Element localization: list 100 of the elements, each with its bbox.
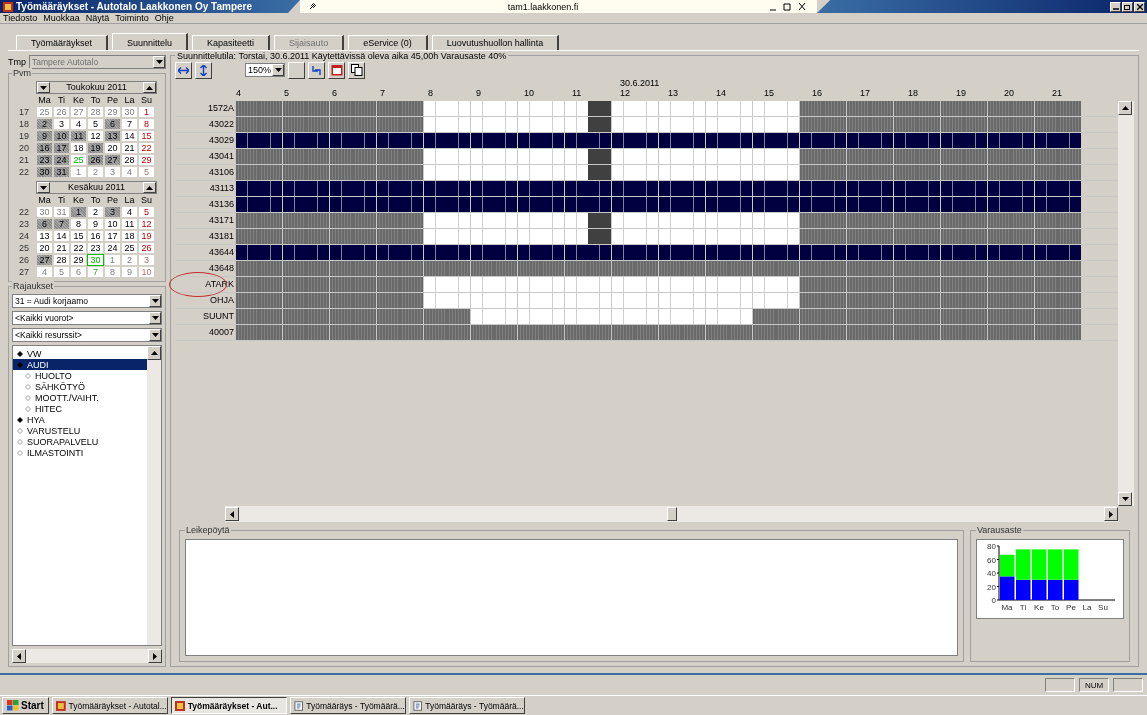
calendar-day[interactable]: 1 [138,106,155,118]
calendar-day[interactable]: 14 [53,230,70,242]
calendar-day[interactable]: 6 [104,118,121,130]
calendar-day[interactable]: 2 [87,206,104,218]
schedule-bar[interactable] [235,277,1081,292]
blank-button[interactable] [288,61,305,79]
calendar-day[interactable]: 5 [138,166,155,178]
calendar-day[interactable]: 16 [87,230,104,242]
calendar-day[interactable]: 15 [138,130,155,142]
taskbar-button[interactable]: Työmääräykset - Aut... [170,697,287,714]
calendar-day[interactable]: 4 [121,206,138,218]
calendar-day[interactable]: 10 [138,266,155,278]
calendar-day[interactable]: 13 [36,230,53,242]
schedule-bar[interactable] [235,245,1081,260]
calendar-day[interactable]: 23 [36,154,53,166]
next-month-button[interactable] [143,82,156,93]
tab[interactable]: Suunnittelu [112,33,189,51]
calendar-day[interactable]: 8 [104,266,121,278]
toolbar-button[interactable] [328,61,345,79]
calendar-day[interactable]: 28 [87,106,104,118]
tab[interactable]: Kapasiteetti [192,35,271,50]
schedule-bar[interactable] [235,229,1081,244]
tree-item[interactable]: HITEC [13,403,147,414]
start-button[interactable]: Start [2,697,49,714]
calendar-day[interactable]: 28 [121,154,138,166]
tree-item[interactable]: VARUSTELU [13,425,147,436]
tree-item[interactable]: ILMASTOINTI [13,447,147,458]
calendar-day[interactable]: 2 [121,254,138,266]
calendar-day[interactable]: 16 [36,142,53,154]
calendar-day[interactable]: 9 [121,266,138,278]
calendar-day[interactable]: 26 [138,242,155,254]
filter-dropdown[interactable]: 31 = Audi korjaamo [12,294,162,308]
calendar-day[interactable]: 29 [138,154,155,166]
calendar-day[interactable]: 27 [36,254,53,266]
calendar-day[interactable]: 27 [70,106,87,118]
tree-item[interactable]: VW [13,348,147,359]
calendar-day[interactable]: 30 [121,106,138,118]
calendar-day[interactable]: 11 [121,218,138,230]
tree-item[interactable]: HUOLTO [13,370,147,381]
calendar-day[interactable]: 31 [53,206,70,218]
menu-item[interactable]: Näytä [85,13,110,23]
calendar-day[interactable]: 9 [87,218,104,230]
calendar-day[interactable]: 14 [121,130,138,142]
next-month-button[interactable] [143,182,156,193]
schedule-bar[interactable] [235,149,1081,164]
schedule-bar[interactable] [235,213,1081,228]
tree-item[interactable]: SÄHKÖTYÖ [13,381,147,392]
scrollbar[interactable] [1118,101,1134,506]
calendar-day[interactable]: 17 [104,230,121,242]
calendar-day[interactable]: 1 [104,254,121,266]
calendar-day[interactable]: 7 [121,118,138,130]
menu-item[interactable]: Ohje [154,13,174,23]
calendar-day[interactable]: 9 [36,130,53,142]
calendar-day[interactable]: 30 [36,166,53,178]
calendar-day[interactable]: 4 [121,166,138,178]
calendar-day[interactable]: 5 [53,266,70,278]
toolbar-button[interactable] [348,61,365,79]
calendar-day[interactable]: 1 [70,166,87,178]
calendar-day[interactable]: 21 [53,242,70,254]
calendar-day[interactable]: 3 [138,254,155,266]
calendar-day[interactable]: 25 [36,106,53,118]
scrollbar[interactable] [225,506,1118,522]
calendar-day[interactable]: 8 [138,118,155,130]
schedule-bar[interactable] [235,197,1081,212]
calendar-day[interactable]: 23 [87,242,104,254]
tree-item[interactable]: HYA [13,414,147,425]
calendar-day[interactable]: 27 [104,154,121,166]
calendar-day[interactable]: 6 [70,266,87,278]
calendar-day[interactable]: 18 [70,142,87,154]
calendar-day[interactable]: 2 [87,166,104,178]
calendar-day[interactable]: 29 [104,106,121,118]
calendar-day[interactable]: 10 [53,130,70,142]
calendar-day[interactable]: 5 [87,118,104,130]
calendar-day[interactable]: 11 [70,130,87,142]
tab[interactable]: Luovutushuollon hallinta [431,35,560,50]
tab[interactable]: Työmääräykset [16,35,109,50]
calendar-day[interactable]: 4 [70,118,87,130]
filter-dropdown[interactable]: <Kaikki resurssit> [12,328,162,342]
filter-dropdown[interactable]: <Kaikki vuorot> [12,311,162,325]
calendar-day[interactable]: 8 [70,218,87,230]
schedule-bar[interactable] [235,133,1081,148]
fit-height-button[interactable] [195,61,212,79]
calendar-day[interactable]: 20 [104,142,121,154]
calendar-day[interactable]: 2 [36,118,53,130]
calendar-day[interactable]: 4 [36,266,53,278]
schedule-bar[interactable] [235,165,1081,180]
prev-month-button[interactable] [37,182,50,193]
calendar-day[interactable]: 17 [53,142,70,154]
calendar-day[interactable]: 5 [138,206,155,218]
calendar-day[interactable]: 3 [104,206,121,218]
minimize-button[interactable] [1110,1,1121,12]
calendar-day[interactable]: 3 [104,166,121,178]
calendar-day[interactable]: 1 [70,206,87,218]
scrollbar[interactable] [12,649,162,663]
calendar-day[interactable]: 19 [87,142,104,154]
calendar-day[interactable]: 7 [53,218,70,230]
taskbar-button[interactable]: Työmääräykset - Autotal... [51,697,168,714]
menu-item[interactable]: Muokkaa [43,13,80,23]
tree-item[interactable]: SUORAPALVELU [13,436,147,447]
tab[interactable]: eService (0) [348,35,428,50]
